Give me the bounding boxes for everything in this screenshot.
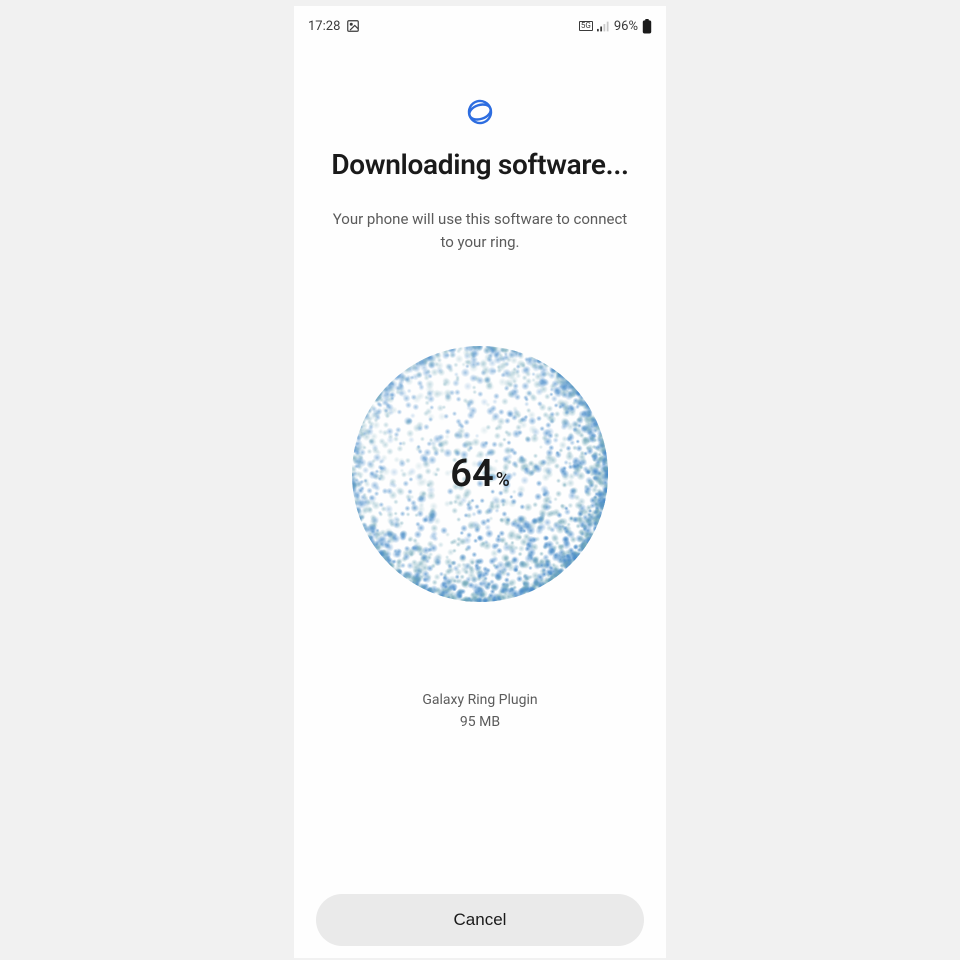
signal-icon <box>597 21 610 32</box>
page-title: Downloading software... <box>331 146 628 184</box>
image-icon <box>346 19 360 33</box>
plugin-name: Galaxy Ring Plugin <box>422 692 537 708</box>
status-bar: 17:28 5G 96% <box>294 6 666 40</box>
network-5g-icon: 5G <box>579 21 593 31</box>
progress-indicator: 64 % <box>348 342 612 606</box>
phone-frame: 17:28 5G 96% <box>294 6 666 958</box>
ring-icon <box>464 96 496 132</box>
progress-percent-symbol: % <box>496 468 510 491</box>
status-left: 17:28 <box>308 19 360 34</box>
progress-number: 64 <box>450 452 493 496</box>
page-subtitle: Your phone will use this software to con… <box>330 208 630 255</box>
plugin-size: 95 MB <box>460 714 500 730</box>
battery-text: 96% <box>614 19 638 34</box>
status-time: 17:28 <box>308 19 340 34</box>
status-right: 5G 96% <box>579 19 652 34</box>
progress-value: 64 % <box>450 452 509 496</box>
battery-icon <box>642 19 652 34</box>
main-content: Downloading software... Your phone will … <box>294 40 666 958</box>
cancel-button[interactable]: Cancel <box>316 894 644 946</box>
